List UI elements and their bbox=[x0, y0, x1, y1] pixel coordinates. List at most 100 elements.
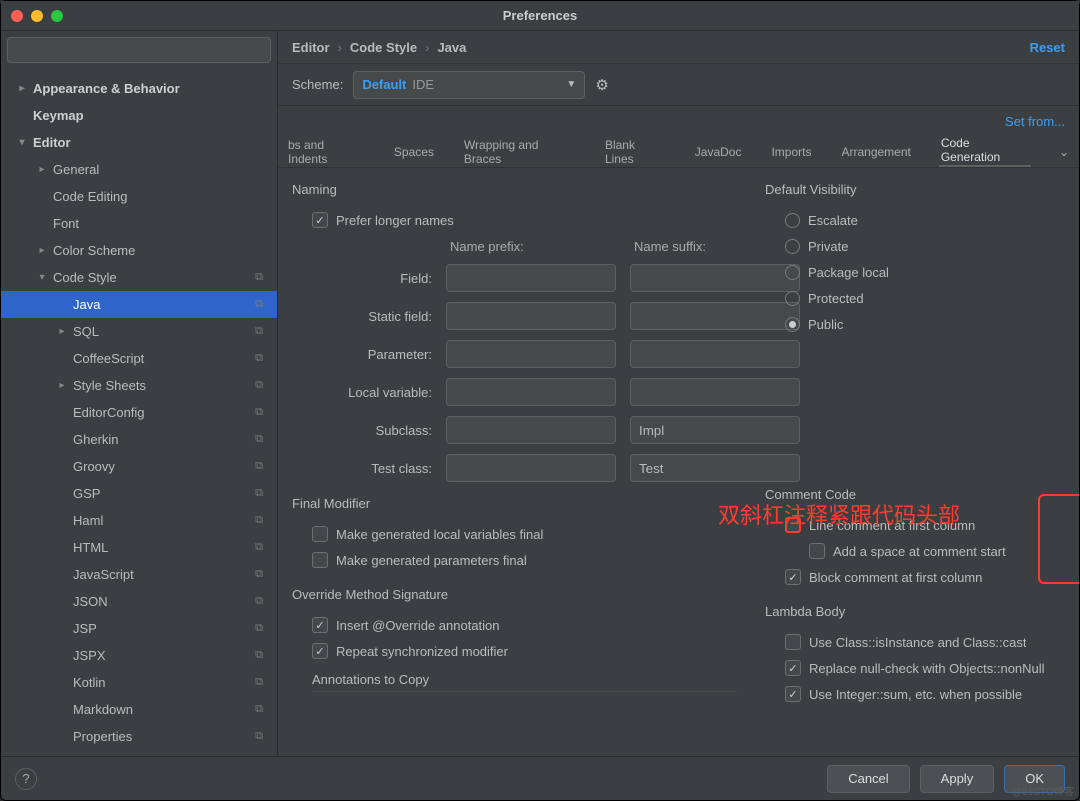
sidebar-item-label: Editor bbox=[33, 135, 71, 150]
name-prefix-input[interactable] bbox=[446, 454, 616, 482]
visibility-radio-escalate[interactable] bbox=[785, 213, 800, 228]
name-prefix-input[interactable] bbox=[446, 378, 616, 406]
sidebar-item-gherkin[interactable]: Gherkin⧉ bbox=[1, 426, 277, 453]
apply-button[interactable]: Apply bbox=[920, 765, 995, 793]
lambda-isinstance-checkbox[interactable] bbox=[785, 634, 801, 650]
sidebar-item-java[interactable]: Java⧉ bbox=[1, 291, 277, 318]
tab-imports[interactable]: Imports bbox=[769, 136, 813, 168]
annotation-callout: 双斜杠注释紧跟代码头部 bbox=[718, 498, 960, 530]
scheme-icon: ⧉ bbox=[255, 730, 263, 743]
lambda-body-title: Lambda Body bbox=[765, 604, 1065, 619]
sidebar-item-label: Gherkin bbox=[73, 432, 119, 447]
name-prefix-input[interactable] bbox=[446, 340, 616, 368]
watermark: @51CTO博客 bbox=[1012, 783, 1074, 798]
sidebar-item-jsp[interactable]: JSP⧉ bbox=[1, 615, 277, 642]
sidebar-item-font[interactable]: Font bbox=[1, 210, 277, 237]
search-input[interactable] bbox=[7, 37, 271, 63]
tabs-more-icon[interactable]: ⌄ bbox=[1057, 136, 1071, 168]
lambda-integer-sum-label: Use Integer::sum, etc. when possible bbox=[809, 687, 1022, 702]
sidebar-item-color-scheme[interactable]: Color Scheme bbox=[1, 237, 277, 264]
sidebar-item-editor[interactable]: Editor bbox=[1, 129, 277, 156]
settings-tree: Appearance & BehaviorKeymap Editor General… bbox=[1, 69, 277, 756]
sidebar-item-markdown[interactable]: Markdown⧉ bbox=[1, 696, 277, 723]
naming-row-label: Test class: bbox=[312, 461, 432, 476]
sidebar-item-keymap[interactable]: Keymap bbox=[1, 102, 277, 129]
naming-row-label: Subclass: bbox=[312, 423, 432, 438]
sidebar-item-label: Code Editing bbox=[53, 189, 127, 204]
visibility-radio-public[interactable] bbox=[785, 317, 800, 332]
chevron-right-icon bbox=[55, 380, 69, 391]
visibility-radio-package-local[interactable] bbox=[785, 265, 800, 280]
local-vars-final-checkbox[interactable] bbox=[312, 526, 328, 542]
visibility-radio-protected[interactable] bbox=[785, 291, 800, 306]
params-final-label: Make generated parameters final bbox=[336, 553, 527, 568]
sidebar-item-label: Markdown bbox=[73, 702, 133, 717]
window-title: Preferences bbox=[1, 8, 1079, 23]
tab-javadoc[interactable]: JavaDoc bbox=[693, 136, 744, 168]
sidebar-item-kotlin[interactable]: Kotlin⧉ bbox=[1, 669, 277, 696]
tab-code-generation[interactable]: Code Generation bbox=[939, 136, 1031, 168]
sidebar-item-json[interactable]: JSON⧉ bbox=[1, 588, 277, 615]
sidebar-item-general[interactable]: General bbox=[1, 156, 277, 183]
tab-blank-lines[interactable]: Blank Lines bbox=[603, 136, 667, 168]
naming-title: Naming bbox=[292, 182, 737, 197]
sidebar-item-haml[interactable]: Haml⧉ bbox=[1, 507, 277, 534]
visibility-label: Public bbox=[808, 317, 843, 332]
sidebar-item-style-sheets[interactable]: Style Sheets⧉ bbox=[1, 372, 277, 399]
sidebar-item-groovy[interactable]: Groovy⧉ bbox=[1, 453, 277, 480]
chevron-right-icon bbox=[15, 83, 29, 94]
visibility-radio-private[interactable] bbox=[785, 239, 800, 254]
block-comment-first-col-checkbox[interactable] bbox=[785, 569, 801, 585]
crumb-editor[interactable]: Editor bbox=[292, 40, 330, 55]
scheme-icon: ⧉ bbox=[255, 298, 263, 311]
scheme-icon: ⧉ bbox=[255, 487, 263, 500]
block-comment-first-col-label: Block comment at first column bbox=[809, 570, 982, 585]
tab-bs-and-indents[interactable]: bs and Indents bbox=[286, 136, 366, 168]
reset-link[interactable]: Reset bbox=[1030, 40, 1065, 55]
lambda-nullcheck-checkbox[interactable] bbox=[785, 660, 801, 676]
add-space-comment-label: Add a space at comment start bbox=[833, 544, 1006, 559]
sidebar-item-html[interactable]: HTML⧉ bbox=[1, 534, 277, 561]
cancel-button[interactable]: Cancel bbox=[827, 765, 909, 793]
repeat-sync-label: Repeat synchronized modifier bbox=[336, 644, 508, 659]
sidebar-item-sql[interactable]: SQL⧉ bbox=[1, 318, 277, 345]
name-prefix-input[interactable] bbox=[446, 264, 616, 292]
lambda-isinstance-label: Use Class::isInstance and Class::cast bbox=[809, 635, 1026, 650]
default-visibility-title: Default Visibility bbox=[765, 182, 1065, 197]
visibility-label: Package local bbox=[808, 265, 889, 280]
insert-override-checkbox[interactable] bbox=[312, 617, 328, 633]
help-button[interactable]: ? bbox=[15, 768, 37, 790]
name-prefix-input[interactable] bbox=[446, 302, 616, 330]
crumb-java[interactable]: Java bbox=[437, 40, 466, 55]
scheme-select[interactable]: Default IDE ▼ bbox=[353, 71, 585, 99]
sidebar-item-code-editing[interactable]: Code Editing bbox=[1, 183, 277, 210]
sidebar-item-appearance-behavior[interactable]: Appearance & Behavior bbox=[1, 75, 277, 102]
params-final-checkbox[interactable] bbox=[312, 552, 328, 568]
sidebar-item-javascript[interactable]: JavaScript⧉ bbox=[1, 561, 277, 588]
gear-icon[interactable]: ⚙ bbox=[595, 76, 608, 94]
crumb-code-style[interactable]: Code Style bbox=[350, 40, 417, 55]
repeat-sync-checkbox[interactable] bbox=[312, 643, 328, 659]
sidebar-item-label: Kotlin bbox=[73, 675, 106, 690]
visibility-label: Private bbox=[808, 239, 848, 254]
sidebar-item-label: Properties bbox=[73, 729, 132, 744]
tab-spaces[interactable]: Spaces bbox=[392, 136, 436, 168]
naming-row-label: Static field: bbox=[312, 309, 432, 324]
tabs: bs and Indents Spaces Wrapping and Braces B… bbox=[278, 136, 1079, 168]
sidebar-item-code-style[interactable]: Code Style⧉ bbox=[1, 264, 277, 291]
lambda-integer-sum-checkbox[interactable] bbox=[785, 686, 801, 702]
sidebar-item-editorconfig[interactable]: EditorConfig⧉ bbox=[1, 399, 277, 426]
scheme-label: Scheme: bbox=[292, 77, 343, 92]
breadcrumb: Editor › Code Style › Java Reset bbox=[278, 31, 1079, 64]
prefer-longer-names-checkbox[interactable] bbox=[312, 212, 328, 228]
sidebar-item-shell-script[interactable]: Shell Script⧉ bbox=[1, 750, 277, 756]
sidebar-item-coffeescript[interactable]: CoffeeScript⧉ bbox=[1, 345, 277, 372]
sidebar-item-gsp[interactable]: GSP⧉ bbox=[1, 480, 277, 507]
add-space-comment-checkbox[interactable] bbox=[809, 543, 825, 559]
sidebar-item-properties[interactable]: Properties ⧉ bbox=[1, 723, 277, 750]
tab-arrangement[interactable]: Arrangement bbox=[839, 136, 912, 168]
sidebar-item-jspx[interactable]: JSPX⧉ bbox=[1, 642, 277, 669]
name-prefix-input[interactable] bbox=[446, 416, 616, 444]
set-from-link[interactable]: Set from... bbox=[1005, 114, 1065, 129]
tab-wrapping-and-braces[interactable]: Wrapping and Braces bbox=[462, 136, 577, 168]
